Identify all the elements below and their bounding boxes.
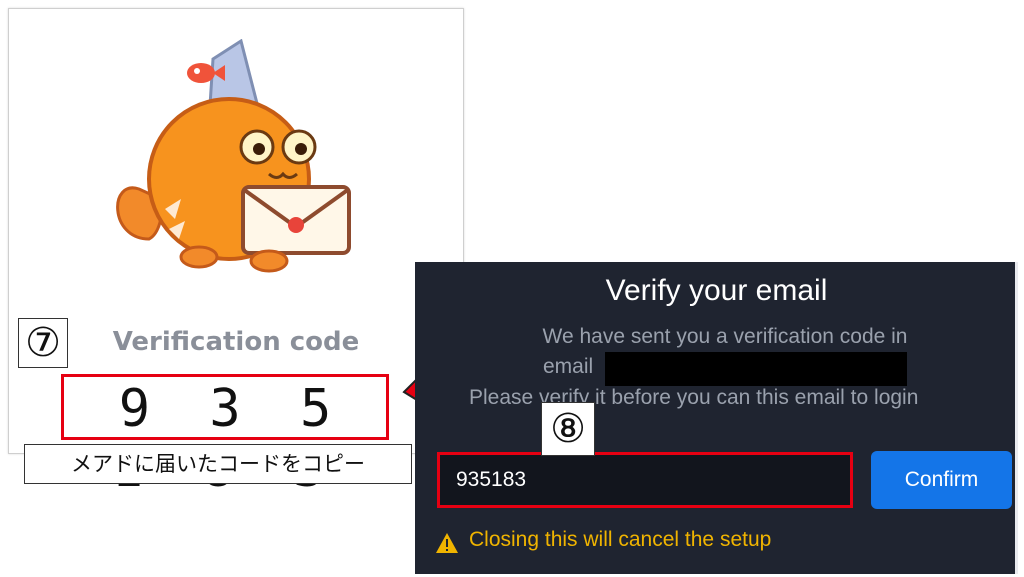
- dialog-email-label: email: [543, 355, 594, 378]
- dialog-description-line3: Please verify it before you can this ema…: [469, 386, 919, 409]
- mascot-illustration: [116, 39, 351, 273]
- dialog-description-line1: We have sent you a verification code in: [542, 325, 908, 348]
- warning-triangle-icon: [436, 533, 458, 553]
- redacted-email: [605, 352, 907, 386]
- dialog-scroll-edge: [1015, 262, 1018, 574]
- verification-code-highlight: 9 3 5 1 8 3: [61, 374, 389, 499]
- dialog-title: Verify your email: [605, 274, 828, 307]
- copy-code-instruction: メアドに届いたコードをコピー: [24, 444, 412, 484]
- confirm-button[interactable]: Confirm: [871, 451, 1012, 509]
- step-8-marker: ⑧: [541, 402, 595, 456]
- verification-code-label: Verification code: [112, 327, 360, 357]
- verify-email-dialog: Verify your email We have sent you a ver…: [415, 262, 1018, 574]
- verification-code-input[interactable]: [437, 452, 853, 508]
- step-7-marker: ⑦: [18, 318, 68, 368]
- warning-text: Closing this will cancel the setup: [469, 528, 772, 551]
